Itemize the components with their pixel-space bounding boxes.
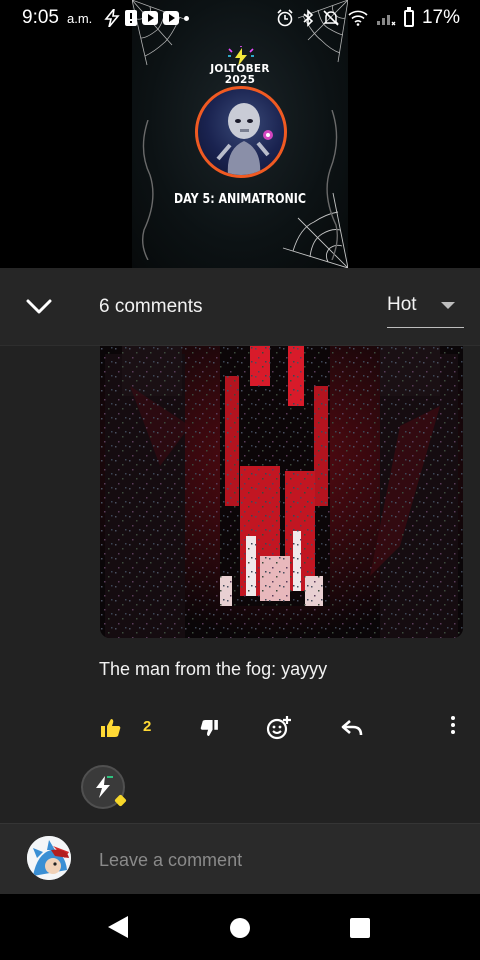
back-button[interactable]: [108, 916, 128, 938]
animatronic-portrait: [195, 86, 287, 178]
status-bar: 9:05 a.m. 17%: [0, 0, 480, 36]
alarm-icon: [276, 9, 294, 27]
comments-header: 6 comments Hot: [0, 268, 480, 346]
battery-level: 17%: [421, 7, 460, 28]
notification-icons: [104, 9, 190, 27]
signal-icon: [376, 10, 396, 26]
chevron-down-icon: [26, 299, 52, 314]
status-right: 17%: [276, 6, 460, 29]
thumbs-up-icon: [101, 719, 121, 737]
comment-image[interactable]: [100, 346, 463, 638]
dropdown-arrow-icon: [441, 302, 455, 309]
vine-decoration: [141, 120, 154, 260]
collapse-comments-button[interactable]: [20, 288, 58, 326]
event-title: JOLTOBER 2025: [210, 63, 270, 86]
comment-composer: [0, 823, 480, 894]
jolt-bolt-icon: [96, 776, 113, 798]
like-button[interactable]: [100, 714, 122, 742]
comment-count: 6 comments: [99, 296, 203, 317]
youtube-icon: [142, 11, 159, 25]
status-time: 9:05: [22, 7, 59, 28]
comments-panel: 6 comments Hot The man from the fog: yay…: [0, 268, 480, 894]
comment-text: The man from the fog: yayyy: [99, 659, 328, 679]
more-options-button[interactable]: [444, 710, 462, 740]
status-ampm: a.m.: [66, 10, 93, 26]
youtube-icon: [163, 11, 180, 25]
comment-input[interactable]: [99, 846, 459, 874]
like-count: 2: [143, 718, 152, 735]
reply-button[interactable]: [340, 714, 364, 742]
sort-value: Hot: [387, 293, 417, 315]
user-avatar[interactable]: [27, 836, 71, 880]
thumbs-down-icon: [200, 720, 218, 736]
status-left: 9:05 a.m.: [22, 7, 190, 29]
bluetooth-icon: [302, 9, 314, 27]
post-artwork[interactable]: JOLTOBER 2025 DAY 5: ANIMATRONIC: [132, 0, 348, 268]
mute-icon: [322, 9, 340, 27]
reply-icon: [341, 720, 363, 736]
alert-icon: [125, 10, 138, 26]
system-nav-bar: [0, 894, 480, 960]
sort-dropdown[interactable]: Hot: [387, 286, 464, 328]
more-options-icon: [451, 716, 455, 720]
recent-apps-button[interactable]: [350, 918, 370, 938]
bolt-icon: [104, 9, 120, 27]
add-reaction-button[interactable]: [265, 714, 293, 742]
add-reaction-icon: [266, 716, 291, 740]
battery-icon: [403, 6, 414, 27]
comment-actions: 2: [0, 708, 480, 748]
home-button[interactable]: [230, 918, 250, 938]
vine-decoration: [326, 110, 339, 260]
day-label: DAY 5: ANIMATRONIC: [174, 192, 306, 207]
wifi-icon: [348, 10, 368, 26]
dislike-button[interactable]: [198, 714, 220, 742]
dot-icon: [184, 15, 190, 21]
